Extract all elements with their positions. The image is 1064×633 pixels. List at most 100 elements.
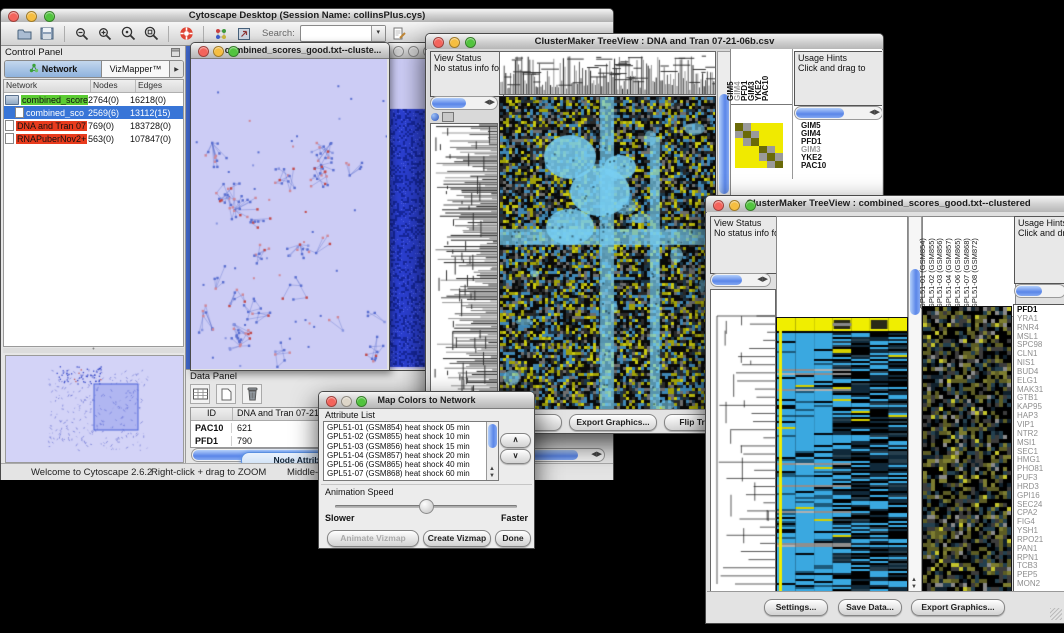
zoom-fit-icon[interactable] bbox=[142, 25, 160, 43]
search-label: Search: bbox=[262, 28, 295, 39]
done-button[interactable]: Done bbox=[495, 530, 531, 547]
tab-network[interactable]: Network bbox=[5, 61, 102, 77]
matrix-cell bbox=[775, 146, 783, 154]
attribute-list-item[interactable]: GPL51-02 (GSM855) heat shock 10 min bbox=[324, 432, 486, 441]
minimize-button[interactable] bbox=[449, 37, 460, 48]
slider-thumb[interactable] bbox=[419, 499, 434, 514]
create-vizmap-button[interactable]: Create Vizmap bbox=[423, 530, 491, 547]
search-combobox[interactable]: ▾ bbox=[300, 25, 386, 42]
minimize-button[interactable] bbox=[729, 200, 740, 211]
attribute-list-item[interactable]: GPL51-07 (GSM868) heat shock 60 min bbox=[324, 469, 486, 478]
animate-vizmap-button[interactable]: Animate Vizmap bbox=[327, 530, 419, 547]
settings-button[interactable]: Settings... bbox=[764, 599, 828, 616]
gene-dendrogram[interactable] bbox=[710, 289, 776, 593]
new-attribute-icon[interactable] bbox=[216, 384, 236, 404]
zoom-selected-icon[interactable] bbox=[119, 25, 137, 43]
network-canvas[interactable] bbox=[191, 59, 387, 369]
matrix-cell bbox=[751, 153, 759, 161]
annotation-icon[interactable] bbox=[391, 25, 409, 43]
zoom-in-icon[interactable] bbox=[96, 25, 114, 43]
correlation-matrix[interactable] bbox=[735, 123, 783, 168]
network-folder-icon bbox=[5, 95, 19, 105]
tab-vizmapper[interactable]: VizMapper™ bbox=[102, 61, 169, 77]
minimize-button[interactable] bbox=[408, 46, 419, 57]
network-row[interactable]: DNA and Tran 07769(0)183728(0) bbox=[4, 119, 183, 132]
map-colors-titlebar[interactable]: Map Colors to Network bbox=[319, 392, 534, 409]
usage-hints-panel: Usage Hints Click and drag to bbox=[1014, 216, 1064, 284]
search-dropdown-arrow-icon[interactable]: ▾ bbox=[371, 26, 385, 41]
view-status-scrollbar[interactable]: ◀▶ bbox=[710, 273, 771, 287]
matrix-cell bbox=[759, 123, 767, 131]
network-row[interactable]: combined_sco2569(6)13112(15) bbox=[4, 106, 183, 119]
help-lifesaver-icon[interactable] bbox=[177, 25, 195, 43]
network-edges: 107847(0) bbox=[130, 134, 183, 144]
view-status-scrollbar[interactable]: ◀▶ bbox=[430, 96, 498, 110]
gene-list[interactable]: PFD1YRA1RNR4MSL1SPC98CLN1NIS1BUD4ELG1MAK… bbox=[1013, 304, 1064, 593]
zoom-button[interactable] bbox=[356, 396, 367, 407]
usage-hints-scrollbar[interactable]: ◀▶ bbox=[794, 106, 882, 120]
attribute-list-item[interactable]: GPL51-01 (GSM854) heat shock 05 min bbox=[324, 423, 486, 432]
column-dendrogram[interactable] bbox=[499, 51, 716, 95]
tab-overflow-arrow[interactable]: ▶ bbox=[169, 61, 183, 77]
attribute-listbox[interactable]: GPL51-01 (GSM854) heat shock 05 minGPL51… bbox=[323, 421, 499, 481]
close-button[interactable] bbox=[713, 200, 724, 211]
save-session-icon[interactable] bbox=[38, 25, 56, 43]
zoom-button[interactable] bbox=[228, 46, 239, 57]
zoom-out-icon[interactable] bbox=[73, 25, 91, 43]
attribute-list-item[interactable]: GPL51-03 (GSM856) heat shock 15 min bbox=[324, 442, 486, 451]
network-titlebar[interactable]: combined_scores_good.txt--cluste... bbox=[191, 43, 389, 59]
minimize-button[interactable] bbox=[26, 11, 37, 22]
matrix-cell bbox=[759, 161, 767, 169]
attribute-list-scrollbar[interactable]: ▲▼ bbox=[486, 422, 498, 480]
export-graphics-button[interactable]: Export Graphics... bbox=[569, 414, 657, 431]
network-name: combined_sco bbox=[26, 108, 84, 118]
node-palette-icon[interactable] bbox=[212, 25, 230, 43]
attribute-list-item[interactable]: GPL51-04 (GSM857) heat shock 20 min bbox=[324, 451, 486, 460]
column-header-network: Network bbox=[4, 80, 91, 92]
zoom-button[interactable] bbox=[465, 37, 476, 48]
expression-heatmap[interactable] bbox=[776, 317, 908, 593]
treeview-dna-titlebar[interactable]: ClusterMaker TreeView : DNA and Tran 07-… bbox=[426, 34, 883, 50]
secondary-heatmap[interactable] bbox=[922, 306, 1012, 593]
view-status-message: No status info for bbox=[714, 228, 773, 238]
expression-heatmap[interactable] bbox=[499, 96, 716, 411]
close-button[interactable] bbox=[326, 396, 337, 407]
save-data-button[interactable]: Save Data... bbox=[838, 599, 902, 616]
close-button[interactable] bbox=[393, 46, 404, 57]
pane-layout-icon[interactable] bbox=[442, 112, 454, 122]
main-titlebar[interactable]: Cytoscape Desktop (Session Name: collins… bbox=[1, 9, 613, 23]
treeview-combined-window: ClusterMaker TreeView : combined_scores_… bbox=[705, 195, 1064, 624]
network-row[interactable]: RNAPuberNov2+563(0)107847(0) bbox=[4, 132, 183, 145]
network-row[interactable]: combined_scores2764(0)16218(0) bbox=[4, 93, 183, 106]
open-file-icon[interactable] bbox=[15, 25, 33, 43]
attribute-select-icon[interactable] bbox=[190, 384, 210, 404]
network-overview-thumbnail[interactable] bbox=[6, 356, 181, 460]
close-button[interactable] bbox=[433, 37, 444, 48]
attribute-list-label: Attribute List bbox=[325, 410, 375, 420]
usage-hints-panel: Usage Hints Click and drag to bbox=[794, 51, 882, 106]
row-value: 621 bbox=[232, 423, 252, 433]
usage-hints-scrollbar[interactable] bbox=[1014, 284, 1064, 298]
faster-label: Faster bbox=[501, 513, 528, 523]
panel-splitter[interactable]: • bbox=[3, 348, 184, 353]
control-panel-tabbar: Network VizMapper™ ▶ bbox=[4, 60, 184, 78]
move-down-button[interactable]: ∨ bbox=[500, 449, 531, 464]
minimize-button[interactable] bbox=[213, 46, 224, 57]
close-button[interactable] bbox=[198, 46, 209, 57]
row-dendrogram[interactable] bbox=[430, 123, 498, 411]
close-button[interactable] bbox=[8, 11, 19, 22]
global-view-icon[interactable] bbox=[431, 113, 439, 121]
move-up-button[interactable]: ∧ bbox=[500, 433, 531, 448]
zoom-button[interactable] bbox=[44, 11, 55, 22]
export-graphics-button[interactable]: Export Graphics... bbox=[911, 599, 1005, 616]
delete-attribute-icon[interactable] bbox=[242, 384, 262, 404]
network-name: combined_scores bbox=[21, 95, 88, 105]
minimize-button[interactable] bbox=[341, 396, 352, 407]
resize-grip[interactable] bbox=[1050, 608, 1062, 620]
matrix-column-label: PAC10 bbox=[762, 76, 770, 101]
treeview-combined-titlebar[interactable]: ClusterMaker TreeView : combined_scores_… bbox=[706, 196, 1064, 213]
zoom-button[interactable] bbox=[745, 200, 756, 211]
network-name: RNAPuberNov2+ bbox=[16, 134, 87, 144]
vizmap-shortcut-icon[interactable] bbox=[235, 25, 253, 43]
attribute-list-item[interactable]: GPL51-06 (GSM865) heat shock 40 min bbox=[324, 460, 486, 469]
